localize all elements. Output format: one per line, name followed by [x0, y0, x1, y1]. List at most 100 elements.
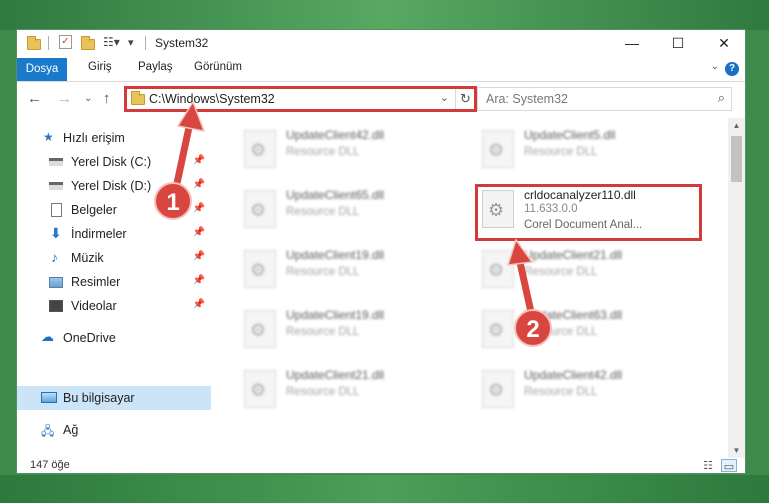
address-bar[interactable]: C:\Windows\System32 ⌄ ↻: [125, 87, 476, 111]
tiles-view-icon[interactable]: ▭: [721, 459, 737, 473]
sidebar-item-label: Yerel Disk (D:): [71, 179, 152, 193]
refresh-icon[interactable]: ↻: [455, 88, 475, 110]
cloud-icon: ☁: [41, 329, 54, 344]
pin-icon[interactable]: 📌: [193, 251, 205, 262]
sidebar-item-music[interactable]: ♪ Müzik 📌: [17, 246, 211, 270]
window-title: System32: [155, 36, 209, 50]
desktop-background-top: [0, 0, 769, 30]
file-item[interactable]: UpdateClient65.dll Resource DLL: [236, 182, 464, 238]
file-item[interactable]: UpdateClient21.dll Resource DLL: [236, 362, 464, 418]
search-icon[interactable]: ⌕: [718, 90, 725, 106]
sidebar-item-onedrive[interactable]: ☁ OneDrive: [17, 326, 211, 350]
minimize-button[interactable]: —: [609, 30, 655, 57]
dll-file-icon: [482, 130, 514, 168]
search-placeholder: Ara: System32: [486, 92, 568, 106]
sidebar-item-label: Ağ: [63, 423, 79, 437]
pin-icon[interactable]: 📌: [193, 179, 205, 190]
music-icon: ♪: [51, 249, 58, 265]
address-path[interactable]: C:\Windows\System32: [149, 92, 275, 106]
tab-giris[interactable]: Giriş: [88, 61, 112, 73]
properties-icon[interactable]: ✓: [59, 35, 72, 49]
file-name: crldocanalyzer110.dll: [524, 188, 636, 202]
sidebar-item-quick-access[interactable]: ★ Hızlı erişim: [17, 126, 211, 150]
file-description: Resource DLL: [524, 266, 598, 278]
sidebar-item-videos[interactable]: Videolar 📌: [17, 294, 211, 318]
file-item[interactable]: UpdateClient42.dll Resource DLL: [236, 122, 464, 178]
pin-icon[interactable]: 📌: [193, 155, 205, 166]
file-description: Resource DLL: [286, 146, 360, 158]
dll-file-icon: [482, 250, 514, 288]
customize-toolbar-icon[interactable]: ☷▾: [103, 35, 120, 51]
dll-file-icon: [244, 250, 276, 288]
address-dropdown-icon[interactable]: ⌄: [440, 91, 449, 104]
folder-icon: [27, 35, 41, 51]
file-description: Resource DLL: [286, 386, 360, 398]
pictures-icon: [49, 277, 63, 288]
vertical-scrollbar[interactable]: ▲ ▼: [728, 118, 745, 458]
details-view-icon[interactable]: ☷: [700, 459, 716, 472]
help-icon[interactable]: ?: [725, 62, 739, 76]
file-name: UpdateClient19.dll: [286, 308, 385, 322]
tab-dosya[interactable]: Dosya: [17, 58, 67, 81]
ribbon: Dosya Giriş Paylaş Görünüm ⌄ ?: [17, 57, 745, 82]
sidebar-item-network[interactable]: 🖧 Ağ: [17, 418, 211, 442]
pin-icon[interactable]: 📌: [193, 227, 205, 238]
file-item[interactable]: UpdateClient21.dll Resource DLL: [474, 242, 702, 298]
drive-icon: [49, 182, 63, 190]
up-arrow-icon[interactable]: ↑: [103, 90, 111, 107]
file-description: Resource DLL: [524, 386, 598, 398]
sidebar-item-label: Müzik: [71, 251, 104, 265]
drive-icon: [49, 158, 63, 166]
file-name: UpdateClient42.dll: [286, 128, 385, 142]
forward-arrow-icon[interactable]: →: [57, 90, 72, 107]
pin-icon[interactable]: 📌: [193, 275, 205, 286]
file-item[interactable]: UpdateClient63.dll Resource DLL: [474, 302, 702, 358]
file-item[interactable]: UpdateClient19.dll Resource DLL: [236, 242, 464, 298]
dropdown-arrow-icon[interactable]: ▾: [128, 36, 134, 52]
scroll-down-icon[interactable]: ▼: [728, 446, 745, 455]
file-item[interactable]: UpdateClient42.dll Resource DLL: [474, 362, 702, 418]
recent-locations-icon[interactable]: ⌄: [84, 93, 92, 104]
tab-gorunum[interactable]: Görünüm: [194, 61, 242, 73]
sidebar-item-label: Resimler: [71, 275, 121, 289]
sidebar-item-downloads[interactable]: ⬇ İndirmeler 📌: [17, 222, 211, 246]
scroll-thumb[interactable]: [731, 136, 742, 182]
sidebar-item-disk-c[interactable]: Yerel Disk (C:) 📌: [17, 150, 211, 174]
download-icon: ⬇: [50, 225, 62, 241]
desktop-background-bottom: [0, 475, 769, 503]
dll-file-icon: [482, 310, 514, 348]
file-name: UpdateClient5.dll: [524, 128, 616, 142]
sidebar-item-this-pc[interactable]: Bu bilgisayar: [17, 386, 211, 410]
file-description: Resource DLL: [524, 146, 598, 158]
file-name: UpdateClient19.dll: [286, 248, 385, 262]
search-input[interactable]: Ara: System32 ⌕: [477, 87, 732, 111]
scroll-up-icon[interactable]: ▲: [728, 121, 745, 130]
close-button[interactable]: ✕: [701, 30, 745, 57]
file-item-target-dll[interactable]: crldocanalyzer110.dll 11.633.0.0 Corel D…: [474, 182, 702, 238]
new-folder-icon[interactable]: [81, 35, 95, 51]
file-name: UpdateClient65.dll: [286, 188, 385, 202]
expand-ribbon-icon[interactable]: ⌄: [711, 61, 719, 72]
dll-file-icon: [244, 310, 276, 348]
pin-icon[interactable]: 📌: [193, 299, 205, 310]
file-item[interactable]: UpdateClient19.dll Resource DLL: [236, 302, 464, 358]
step-1-badge: 1: [154, 182, 192, 220]
file-name: UpdateClient21.dll: [524, 248, 623, 262]
divider: [48, 36, 49, 50]
file-description: Resource DLL: [286, 266, 360, 278]
title-bar: ✓ ☷▾ ▾ System32 — ☐ ✕: [17, 30, 745, 57]
pin-icon[interactable]: 📌: [193, 203, 205, 214]
sidebar-item-label: Yerel Disk (C:): [71, 155, 152, 169]
dll-file-icon: [244, 130, 276, 168]
file-item[interactable]: UpdateClient5.dll Resource DLL: [474, 122, 702, 178]
explorer-window: ✓ ☷▾ ▾ System32 — ☐ ✕ Dosya Giriş Paylaş…: [16, 29, 746, 474]
sidebar-item-pictures[interactable]: Resimler 📌: [17, 270, 211, 294]
dll-file-icon: [482, 190, 514, 228]
sidebar-item-label: Videolar: [71, 299, 117, 313]
item-count: 147 öğe: [30, 459, 70, 471]
tab-paylas[interactable]: Paylaş: [138, 61, 173, 73]
maximize-button[interactable]: ☐: [655, 30, 701, 57]
sidebar-item-label: Bu bilgisayar: [63, 391, 135, 405]
back-arrow-icon[interactable]: ←: [27, 90, 42, 107]
file-name: UpdateClient21.dll: [286, 368, 385, 382]
